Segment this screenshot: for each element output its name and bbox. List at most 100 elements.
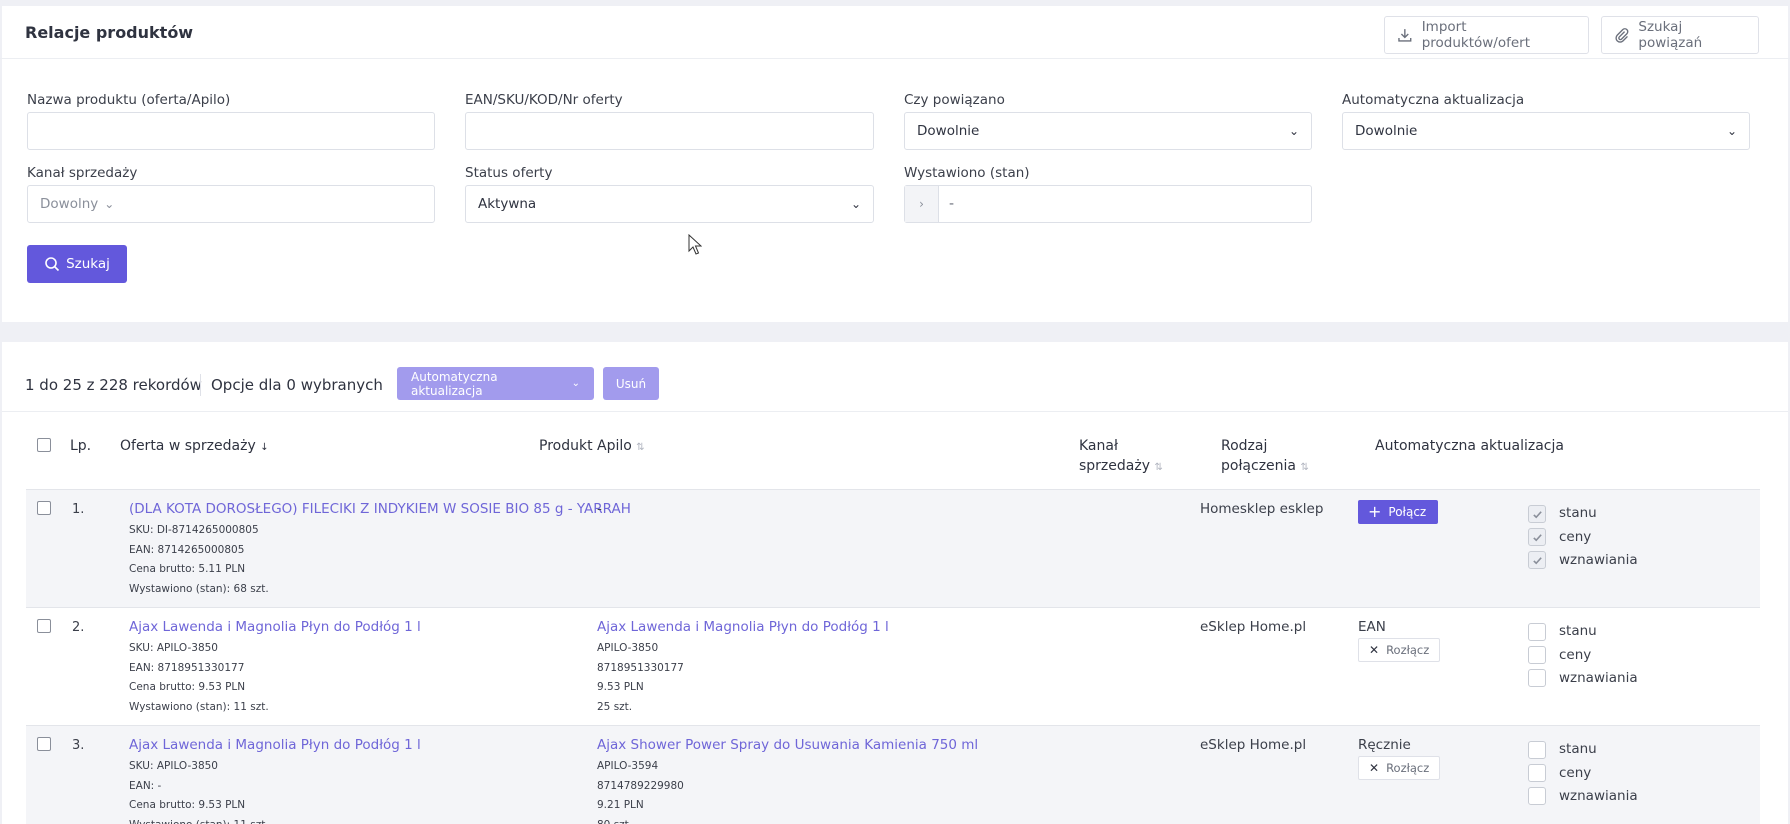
plus-icon: + [1368, 502, 1382, 521]
auto-stock-checkbox[interactable] [1528, 623, 1546, 641]
download-icon [1398, 29, 1412, 42]
product-code: APILO-3594 [597, 760, 659, 772]
header-channel[interactable]: Kanał sprzedaży ⇅ [1079, 436, 1163, 478]
header-offer[interactable]: Oferta w sprzedaży ↓ [120, 436, 269, 458]
status-label: Status oferty [465, 165, 553, 181]
sales-channel: Homesklep esklep [1200, 501, 1324, 517]
import-products-button[interactable]: Import produktów/ofert [1384, 16, 1589, 54]
row-number: 2. [72, 620, 85, 635]
bulk-auto-update-button[interactable]: Automatyczna aktualizacja ⌄ [397, 367, 594, 400]
import-products-label: Import produktów/ofert [1421, 19, 1531, 51]
search-button-label: Szukaj [66, 256, 110, 272]
connection-type: EAN [1358, 619, 1386, 635]
channel-select-value: Dowolny [40, 196, 99, 212]
auto-renew-checkbox[interactable] [1528, 787, 1546, 805]
auto-update-select-value: Dowolnie [1355, 123, 1418, 139]
header-product[interactable]: Produkt Apilo ⇅ [539, 436, 645, 458]
listed-label: Wystawiono (stan) [904, 165, 1030, 181]
auto-renew-checkbox[interactable] [1528, 551, 1546, 569]
auto-stock-checkbox[interactable] [1528, 505, 1546, 523]
product-ean: 8714789229980 [597, 779, 684, 792]
search-links-button[interactable]: Szukaj powiązań [1601, 16, 1759, 54]
row-number: 3. [72, 738, 85, 753]
disconnect-button[interactable]: ✕ Rozłącz [1358, 756, 1441, 780]
chevron-down-icon: ⌄ [850, 197, 861, 211]
bulk-delete-button[interactable]: Usuń [603, 367, 659, 400]
search-links-label: Szukaj powiązań [1638, 19, 1703, 51]
chevron-down-icon: ⌄ [1726, 124, 1737, 138]
auto-price-label: ceny [1559, 765, 1592, 781]
product-title: - [597, 501, 602, 517]
chevron-down-icon: ⌄ [104, 197, 115, 211]
checkmark-icon [1532, 533, 1542, 541]
bulk-delete-label: Usuń [615, 376, 647, 391]
paperclip-icon [1615, 28, 1629, 43]
channel-label: Kanał sprzedaży [27, 165, 138, 181]
offer-meta: SKU: APILO-3850 EAN: - Cena brutto: 9.53… [129, 757, 269, 824]
auto-update-select[interactable]: Dowolnie ⌄ [1342, 112, 1750, 150]
product-title-link[interactable]: Ajax Lawenda i Magnolia Płyn do Podłóg 1… [597, 619, 889, 635]
auto-update-label: Automatyczna aktualizacja [1342, 92, 1525, 108]
auto-renew-label: wznawiania [1559, 788, 1638, 804]
status-select[interactable]: Aktywna ⌄ [465, 185, 874, 223]
product-code: APILO-3850 [597, 642, 659, 654]
ean-input[interactable] [465, 112, 874, 150]
select-all-checkbox[interactable] [37, 438, 51, 452]
linked-select[interactable]: Dowolnie ⌄ [904, 112, 1312, 150]
auto-price-checkbox[interactable] [1528, 646, 1546, 664]
channel-select[interactable]: Dowolny ⌄ [27, 185, 435, 223]
disconnect-button[interactable]: ✕ Rozłącz [1358, 638, 1441, 662]
auto-stock-checkbox[interactable] [1528, 741, 1546, 759]
offer-meta: SKU: APILO-3850 EAN: 8718951330177 Cena … [129, 639, 269, 717]
product-price: 9.53 PLN [597, 681, 644, 693]
row-checkbox[interactable] [37, 737, 51, 751]
offer-ean: EAN: - [129, 779, 162, 792]
auto-price-label: ceny [1559, 647, 1592, 663]
close-icon: ✕ [1369, 643, 1380, 657]
auto-stock-label: stanu [1559, 623, 1597, 639]
auto-price-label: ceny [1559, 529, 1592, 545]
listed-range-value: - [949, 196, 955, 212]
offer-meta: SKU: DI-8714265000805 EAN: 8714265000805… [129, 521, 269, 599]
product-price: 9.21 PLN [597, 799, 644, 811]
header-type-line2: połączenia [1221, 458, 1297, 474]
status-select-value: Aktywna [478, 196, 537, 212]
chevron-down-icon: ⌄ [1288, 124, 1299, 138]
offer-stock: Wystawiono (stan): 11 szt. [129, 816, 269, 824]
sort-icon: ⇅ [636, 442, 645, 453]
offer-ean: EAN: 8714265000805 [129, 543, 245, 556]
product-stock: 80 szt. [597, 816, 684, 824]
header-channel-line1: Kanał [1079, 438, 1118, 454]
sort-desc-icon: ↓ [260, 442, 269, 453]
offer-title-link[interactable]: (DLA KOTA DOROSŁEGO) FILECIKI Z INDYKIEM… [129, 501, 631, 517]
product-meta: APILO-3594 8714789229980 9.21 PLN 80 szt… [597, 757, 684, 824]
search-button[interactable]: Szukaj [27, 245, 127, 283]
checkmark-icon [1532, 510, 1542, 518]
header-connection-type[interactable]: Rodzaj połączenia ⇅ [1221, 436, 1309, 478]
sales-channel: eSklep Home.pl [1200, 737, 1307, 753]
auto-price-checkbox[interactable] [1528, 764, 1546, 782]
selected-options-text: Opcje dla 0 wybranych [211, 376, 383, 394]
auto-renew-label: wznawiania [1559, 552, 1638, 568]
product-name-input[interactable] [27, 112, 435, 150]
product-ean: 8718951330177 [597, 661, 684, 674]
page-title: Relacje produktów [25, 23, 194, 42]
row-checkbox[interactable] [37, 501, 51, 515]
mouse-cursor-icon [688, 234, 702, 255]
header-lp: Lp. [70, 438, 92, 454]
offer-ean: EAN: 8718951330177 [129, 661, 245, 674]
auto-renew-checkbox[interactable] [1528, 669, 1546, 687]
header-channel-line2: sprzedaży [1079, 458, 1150, 474]
row-number: 1. [72, 502, 85, 517]
product-stock: 25 szt. [597, 700, 633, 713]
product-title-link[interactable]: Ajax Shower Power Spray do Usuwania Kami… [597, 737, 978, 753]
auto-price-checkbox[interactable] [1528, 528, 1546, 546]
row-checkbox[interactable] [37, 619, 51, 633]
offer-title-link[interactable]: Ajax Lawenda i Magnolia Płyn do Podłóg 1… [129, 619, 421, 635]
disconnect-button-label: Rozłącz [1386, 761, 1430, 775]
auto-stock-label: stanu [1559, 741, 1597, 757]
connection-type: Ręcznie [1358, 737, 1411, 753]
connect-button[interactable]: + Połącz [1358, 500, 1439, 524]
offer-title-link[interactable]: Ajax Lawenda i Magnolia Płyn do Podłóg 1… [129, 737, 421, 753]
listed-range[interactable]: › - [904, 185, 1312, 223]
